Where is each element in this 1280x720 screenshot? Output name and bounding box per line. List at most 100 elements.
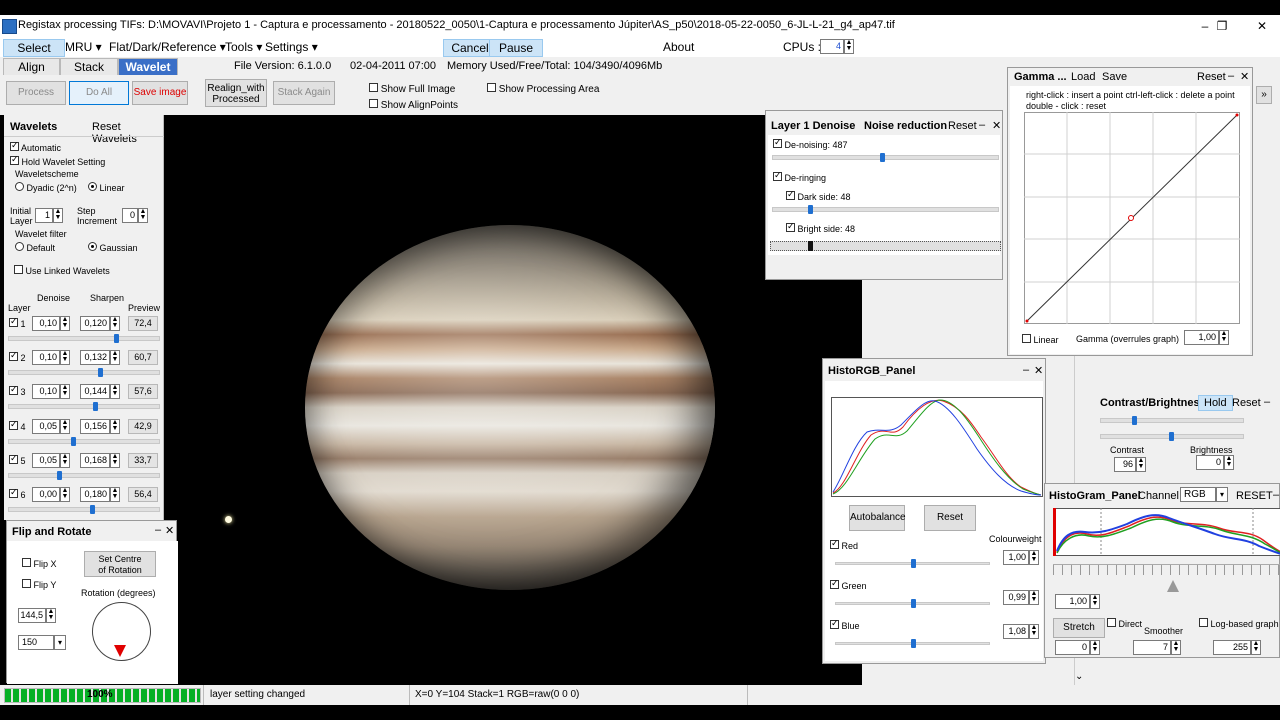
blue-option[interactable]: Blue <box>830 618 860 631</box>
layer-slider[interactable] <box>8 473 160 478</box>
hold-setting-option[interactable]: Hold Wavelet Setting <box>10 154 105 167</box>
layer-slider[interactable] <box>8 336 160 341</box>
layer-enable-checkbox[interactable] <box>9 384 18 395</box>
direct-option[interactable]: Direct <box>1107 618 1142 629</box>
autobalance-button[interactable]: Autobalance <box>849 505 906 531</box>
hold-setting-checkbox[interactable] <box>10 154 19 165</box>
histogram-value-spinner[interactable]: ▲ ▼ <box>1090 594 1100 609</box>
denoise-minimize-button[interactable]: – <box>979 119 985 131</box>
automatic-checkbox[interactable] <box>10 140 19 151</box>
blue-weight-spinner[interactable]: ▲ ▼ <box>1029 624 1039 639</box>
histo-rgb-reset-button[interactable]: Reset <box>924 505 976 531</box>
flip-close-button[interactable]: ✕ <box>165 524 174 537</box>
gamma-linear-checkbox[interactable] <box>1022 334 1031 343</box>
red-checkbox[interactable] <box>830 538 839 549</box>
gamma-load-button[interactable]: Load <box>1071 71 1095 83</box>
layer-slider-thumb[interactable] <box>98 368 103 377</box>
blue-weight-input[interactable]: 1,08 <box>1003 624 1029 639</box>
show-full-image-option[interactable]: Show Full Image <box>369 83 455 95</box>
layer-enable-option[interactable]: 1 <box>9 316 26 329</box>
layer-sharpen-input[interactable]: 0,120 <box>80 316 110 331</box>
brightness-slider-thumb[interactable] <box>1169 432 1174 441</box>
histogram-low-input[interactable]: 0 <box>1055 640 1090 655</box>
layer-slider[interactable] <box>8 507 160 512</box>
set-centre-button[interactable]: Set Centre of Rotation <box>84 551 156 577</box>
gamma-save-button[interactable]: Save <box>1102 71 1127 83</box>
process-button[interactable]: Process <box>6 81 66 105</box>
denoising-slider[interactable] <box>772 155 999 160</box>
show-alignpoints-option[interactable]: Show AlignPoints <box>369 99 458 111</box>
layer-denoise-spinner[interactable]: ▲ ▼ <box>60 419 70 434</box>
layer-enable-checkbox[interactable] <box>9 419 18 430</box>
menu-mru[interactable]: MRU ▾ <box>60 39 107 55</box>
histogram-reset-button[interactable]: RESET <box>1236 490 1273 502</box>
layer-slider-thumb[interactable] <box>71 437 76 446</box>
blue-checkbox[interactable] <box>830 618 839 629</box>
show-alignpoints-checkbox[interactable] <box>369 99 378 108</box>
show-full-image-checkbox[interactable] <box>369 83 378 92</box>
layer-denoise-spinner[interactable]: ▲ ▼ <box>60 453 70 468</box>
histogram-high-input[interactable]: 255 <box>1213 640 1251 655</box>
layer-denoise-spinner[interactable]: ▲ ▼ <box>60 316 70 331</box>
layer-denoise-input[interactable]: 0,10 <box>32 384 60 399</box>
use-linked-option[interactable]: Use Linked Wavelets <box>14 265 110 276</box>
red-slider-thumb[interactable] <box>911 559 916 568</box>
realign-button[interactable]: Realign_with Processed <box>205 79 267 107</box>
initial-layer-spinner[interactable]: ▲ ▼ <box>53 208 63 223</box>
log-graph-option[interactable]: Log-based graph <box>1199 618 1279 629</box>
layer-denoise-spinner[interactable]: ▲ ▼ <box>60 384 70 399</box>
gamma-minimize-button[interactable]: – <box>1228 70 1234 82</box>
size-dropdown-icon[interactable]: ▾ <box>54 635 66 650</box>
layer-enable-checkbox[interactable] <box>9 487 18 498</box>
expand-panel-button[interactable]: » <box>1256 86 1272 104</box>
gamma-value-input[interactable]: 1,00 <box>1184 330 1219 345</box>
layer-denoise-input[interactable]: 0,05 <box>32 419 60 434</box>
initial-layer-input[interactable]: 1 <box>35 208 53 223</box>
stack-again-button[interactable]: Stack Again <box>273 81 335 105</box>
menu-settings[interactable]: Settings ▾ <box>260 39 323 55</box>
layer-sharpen-input[interactable]: 0,132 <box>80 350 110 365</box>
layer-sharpen-input[interactable]: 0,168 <box>80 453 110 468</box>
layer-sharpen-spinner[interactable]: ▲ ▼ <box>110 316 120 331</box>
smoother-spinner[interactable]: ▲ ▼ <box>1171 640 1181 655</box>
red-option[interactable]: Red <box>830 538 858 551</box>
rotation-marker-icon[interactable] <box>114 645 126 657</box>
contrast-spinner[interactable]: ▲ ▼ <box>1136 457 1146 472</box>
layer-slider-thumb[interactable] <box>57 471 62 480</box>
denoise-reset-button[interactable]: Reset <box>948 120 977 132</box>
gamma-linear-option[interactable]: Linear <box>1022 334 1059 345</box>
dark-side-option[interactable]: Dark side: 48 <box>786 189 851 202</box>
rotation-spinner[interactable]: ▲ ▼ <box>46 608 56 623</box>
default-radio[interactable] <box>15 242 24 251</box>
histogram-minimize-button[interactable]: – <box>1273 489 1279 501</box>
layer-enable-checkbox[interactable] <box>9 316 18 327</box>
use-linked-checkbox[interactable] <box>14 265 23 274</box>
green-option[interactable]: Green <box>830 578 867 591</box>
layer-enable-option[interactable]: 2 <box>9 350 26 363</box>
rotation-input[interactable]: 144,5 <box>18 608 46 623</box>
green-slider-thumb[interactable] <box>911 599 916 608</box>
histogram-marker-icon[interactable] <box>1167 580 1179 592</box>
red-weight-spinner[interactable]: ▲ ▼ <box>1029 550 1039 565</box>
layer-enable-option[interactable]: 3 <box>9 384 26 397</box>
layer-sharpen-spinner[interactable]: ▲ ▼ <box>110 419 120 434</box>
menu-flat-dark-reference[interactable]: Flat/Dark/Reference ▾ <box>104 39 231 55</box>
menu-about[interactable]: About <box>658 39 699 55</box>
cpus-input[interactable]: 4 <box>820 39 844 54</box>
tab-align[interactable]: Align <box>3 58 60 76</box>
dark-side-slider-thumb[interactable] <box>808 205 813 214</box>
gamma-curve-graph[interactable] <box>1024 112 1240 324</box>
blue-slider-thumb[interactable] <box>911 639 916 648</box>
contrast-slider[interactable] <box>1100 418 1244 423</box>
flip-minimize-button[interactable]: – <box>155 524 161 536</box>
histo-rgb-close-button[interactable]: ✕ <box>1034 364 1043 377</box>
layer-enable-option[interactable]: 4 <box>9 419 26 432</box>
gamma-close-button[interactable]: ✕ <box>1240 70 1249 83</box>
layer-denoise-spinner[interactable]: ▲ ▼ <box>60 487 70 502</box>
layer-denoise-input[interactable]: 0,10 <box>32 350 60 365</box>
flip-x-option[interactable]: Flip X <box>22 558 57 569</box>
dark-side-slider[interactable] <box>772 207 999 212</box>
contrast-reset-button[interactable]: Reset <box>1232 397 1261 409</box>
flip-y-checkbox[interactable] <box>22 579 31 588</box>
histogram-high-spinner[interactable]: ▲ ▼ <box>1251 640 1261 655</box>
